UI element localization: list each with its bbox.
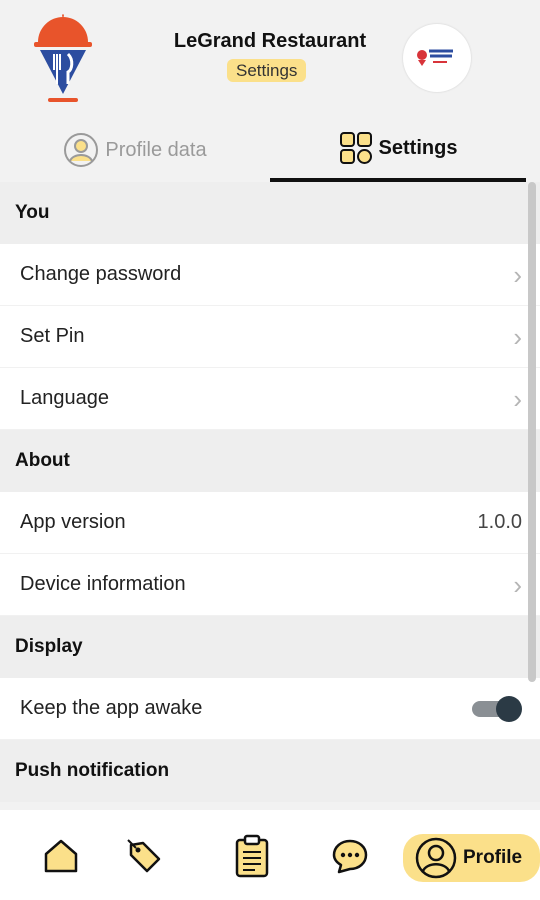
nav-orders[interactable]: [232, 834, 272, 878]
tag-icon: [127, 839, 161, 873]
app-version-label: App version: [20, 511, 126, 533]
person-circle-icon: [415, 837, 457, 879]
nav-offers[interactable]: [124, 836, 164, 876]
tab-settings[interactable]: Settings: [270, 118, 526, 182]
section-header-about: About: [0, 430, 540, 492]
section-header-you: You: [0, 182, 540, 244]
tab-settings-label: Settings: [378, 136, 458, 159]
brand-avatar[interactable]: [403, 24, 471, 92]
app-header: LeGrand Restaurant Settings: [0, 0, 540, 118]
tab-profile-data[interactable]: Profile data: [0, 118, 270, 182]
nav-messages[interactable]: [330, 836, 370, 876]
brand-logo-icon: [417, 49, 453, 66]
nav-profile-label: Profile: [463, 847, 523, 868]
keep-awake-row: Keep the app awake: [0, 678, 540, 740]
chevron-right-icon: ›: [513, 321, 522, 352]
set-pin-label: Set Pin: [20, 325, 85, 347]
toggle-knob: [496, 695, 522, 722]
home-icon: [44, 839, 78, 873]
person-circle-icon: [64, 133, 99, 167]
language-row[interactable]: Language ›: [0, 368, 540, 430]
change-password-label: Change password: [20, 263, 182, 285]
app-version-row: App version 1.0.0: [0, 492, 540, 554]
settings-tabs: Profile data Settings: [0, 118, 540, 182]
settings-list: You Change password › Set Pin › Language…: [0, 182, 540, 810]
keep-awake-label: Keep the app awake: [20, 697, 203, 719]
change-password-row[interactable]: Change password ›: [0, 244, 540, 306]
grid-icon: [339, 132, 372, 164]
chevron-right-icon: ›: [513, 569, 522, 600]
app-version-value: 1.0.0: [477, 511, 522, 533]
device-information-row[interactable]: Device information ›: [0, 554, 540, 616]
language-label: Language: [20, 387, 109, 409]
set-pin-row[interactable]: Set Pin ›: [0, 306, 540, 368]
section-header-display: Display: [0, 616, 540, 678]
clipboard-icon: [235, 834, 269, 878]
keep-awake-toggle[interactable]: [472, 695, 522, 722]
tab-profile-data-label: Profile data: [105, 138, 207, 161]
chevron-right-icon: ›: [513, 259, 522, 290]
chat-icon: [332, 839, 368, 874]
restaurant-name: LeGrand Restaurant: [173, 30, 367, 52]
restaurant-logo: [34, 14, 92, 102]
scrollbar[interactable]: [528, 182, 536, 682]
section-header-push-notification: Push notification: [0, 740, 540, 802]
device-information-label: Device information: [20, 573, 186, 595]
nav-profile-button[interactable]: Profile: [403, 834, 540, 882]
screen-label-badge: Settings: [227, 59, 307, 82]
bottom-navigation: Profile: [0, 810, 540, 900]
chevron-right-icon: ›: [513, 383, 522, 414]
nav-home[interactable]: [41, 836, 81, 876]
